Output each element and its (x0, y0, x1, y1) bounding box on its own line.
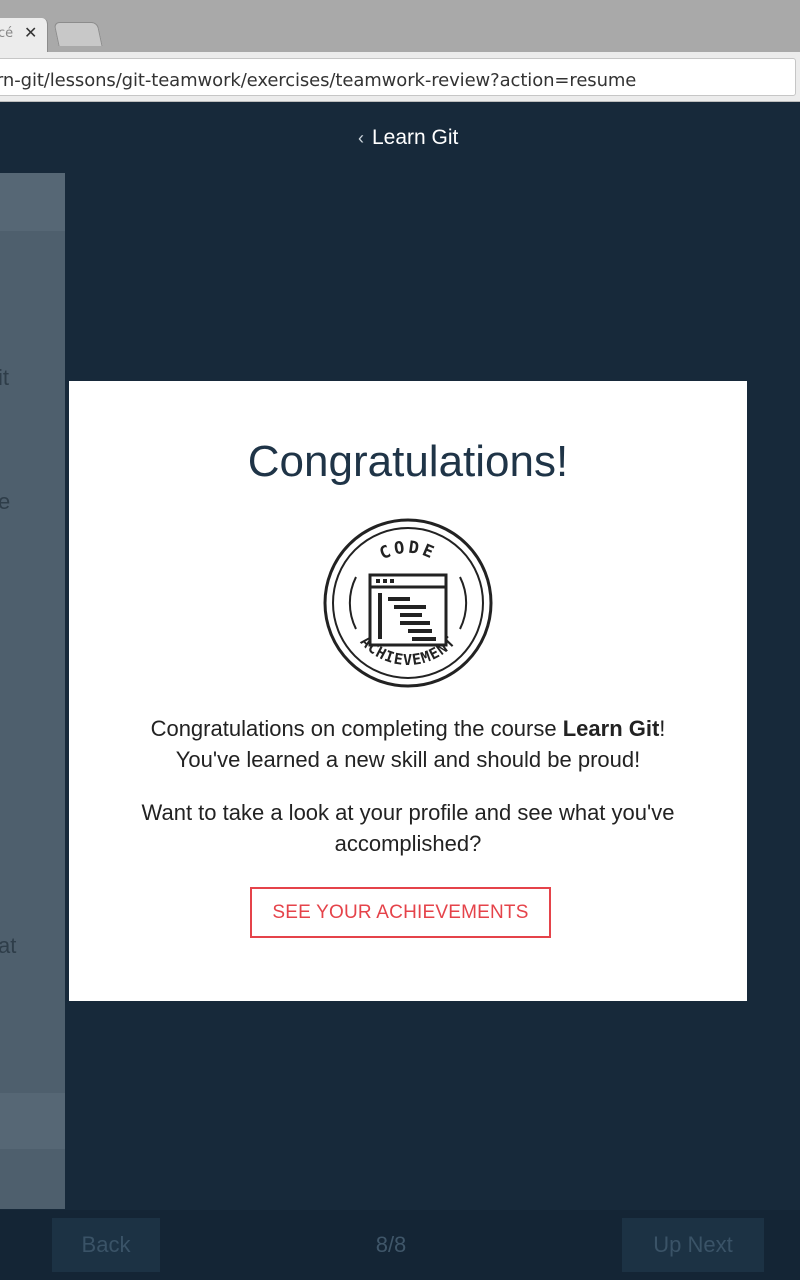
back-button[interactable]: Back (52, 1218, 160, 1272)
lesson-footer: Back 8/8 Up Next (0, 1210, 800, 1280)
lesson-panel: it e at (0, 173, 65, 1209)
badge-top-text: CODE (377, 538, 437, 564)
browser-tab-title: cé (0, 26, 14, 41)
browser-tab[interactable]: cé ✕ (0, 18, 48, 52)
chevron-left-icon: ‹ (358, 127, 364, 148)
completion-message-suffix: ! (659, 716, 666, 741)
completion-message-line2: You've learned a new skill and should be… (175, 747, 641, 772)
course-title: Learn Git (372, 126, 459, 149)
lesson-text-fragment: e (0, 489, 11, 514)
completion-message: Congratulations on completing the course… (69, 713, 747, 775)
browser-tab-bar: cé ✕ (0, 0, 800, 52)
course-header: ‹ Learn Git (0, 102, 800, 172)
code-window-icon (368, 573, 448, 647)
address-bar-url: arn-git/lessons/git-teamwork/exercises/t… (0, 70, 637, 91)
lesson-text-fragment: it (0, 365, 9, 390)
achievement-badge-icon: CODE ACHIEVEMENT (323, 518, 493, 688)
modal-title: Congratulations! (247, 437, 569, 486)
completed-course-name: Learn Git (562, 716, 660, 741)
lesson-text-fragment: at (0, 933, 17, 958)
lesson-panel-footer (0, 1093, 65, 1149)
up-next-button[interactable]: Up Next (622, 1218, 764, 1272)
close-icon[interactable]: ✕ (24, 23, 37, 42)
progress-indicator: 8/8 (375, 1232, 407, 1257)
congratulations-modal: Congratulations! CODE ACHIEVEMENT Congra… (69, 381, 747, 1001)
code-achievement-badge: CODE ACHIEVEMENT (322, 517, 494, 689)
address-bar[interactable]: arn-git/lessons/git-teamwork/exercises/t… (0, 58, 796, 96)
new-tab-button[interactable] (53, 22, 103, 46)
lesson-panel-header (0, 173, 65, 231)
see-achievements-button[interactable]: SEE YOUR ACHIEVEMENTS (250, 887, 551, 938)
browser-toolbar: arn-git/lessons/git-teamwork/exercises/t… (0, 52, 800, 102)
course-back-link[interactable]: ‹ Learn Git (358, 126, 458, 150)
profile-prompt: Want to take a look at your profile and … (141, 800, 675, 856)
completion-message-prefix: Congratulations on completing the course (150, 716, 563, 741)
svg-text:CODE: CODE (377, 538, 440, 564)
